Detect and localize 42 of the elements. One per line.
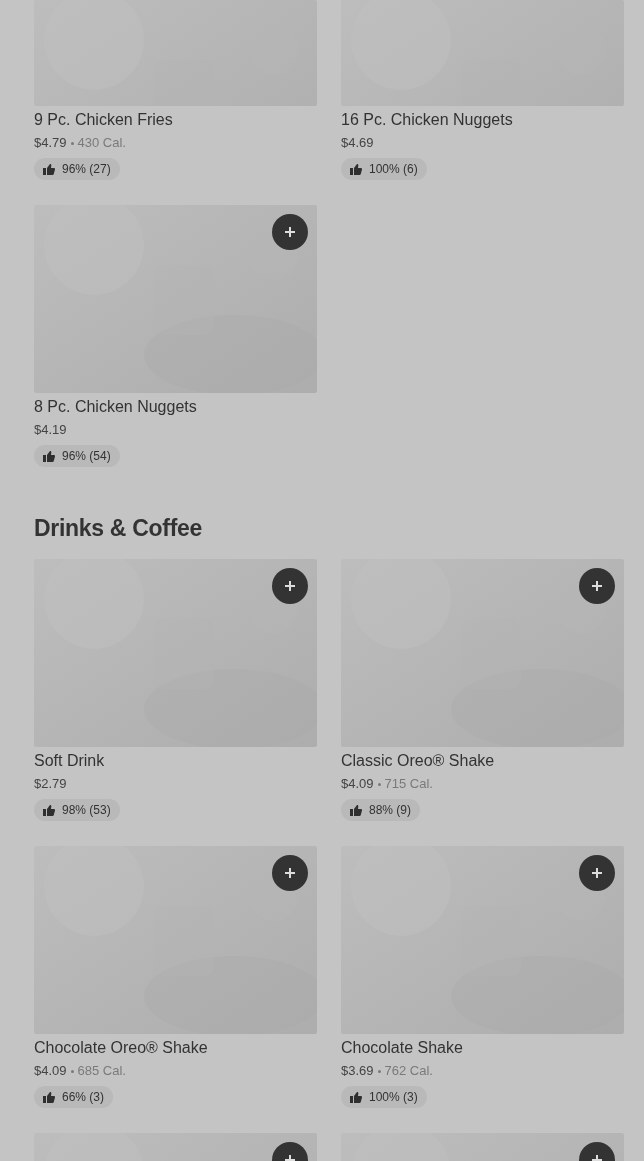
dot-icon <box>377 1070 381 1074</box>
thumbs-up-icon <box>43 450 55 462</box>
item-name: Chocolate Oreo® Shake <box>34 1038 209 1058</box>
item-name: Classic Oreo® Shake <box>341 751 496 771</box>
plus-icon <box>591 867 603 879</box>
rating-text: 100% (3) <box>369 1090 418 1104</box>
thumbs-up-icon <box>43 163 55 175</box>
thumbs-up-icon <box>350 804 362 816</box>
item-price: $4.69 <box>341 135 374 150</box>
dot-icon <box>70 142 74 146</box>
item-price: $4.09 <box>34 1063 67 1078</box>
plus-icon <box>284 867 296 879</box>
rating-text: 96% (54) <box>62 449 111 463</box>
item-name: Soft Drink <box>34 751 106 771</box>
plus-icon <box>591 580 603 592</box>
item-calories: 715 Cal. <box>384 776 433 791</box>
item-calories: 430 Cal. <box>77 135 126 150</box>
item-calories: 685 Cal. <box>77 1063 126 1078</box>
item-name: Chocolate Shake <box>341 1038 464 1058</box>
plus-icon <box>284 580 296 592</box>
item-name: 9 Pc. Chicken Fries <box>34 110 174 130</box>
thumbs-up-icon <box>43 804 55 816</box>
item-price: $4.19 <box>34 422 67 437</box>
item-name: 16 Pc. Chicken Nuggets <box>341 110 514 130</box>
thumbs-up-icon <box>350 163 362 175</box>
item-name: 8 Pc. Chicken Nuggets <box>34 397 198 417</box>
item-price: $3.69 <box>341 1063 374 1078</box>
thumbs-up-icon <box>350 1091 362 1103</box>
item-price: $2.79 <box>34 776 67 791</box>
rating-text: 98% (53) <box>62 803 111 817</box>
plus-icon <box>284 226 296 238</box>
section-heading: Drinks & Coffee <box>34 514 204 542</box>
item-calories: 762 Cal. <box>384 1063 433 1078</box>
rating-text: 88% (9) <box>369 803 412 817</box>
dot-icon <box>70 1070 74 1074</box>
rating-text: 96% (27) <box>62 162 111 176</box>
rating-text: 100% (6) <box>369 162 418 176</box>
thumbs-up-icon <box>43 1091 55 1103</box>
item-price: $4.09 <box>341 776 374 791</box>
dot-icon <box>377 783 381 787</box>
rating-text: 66% (3) <box>62 1090 105 1104</box>
item-price: $4.79 <box>34 135 67 150</box>
